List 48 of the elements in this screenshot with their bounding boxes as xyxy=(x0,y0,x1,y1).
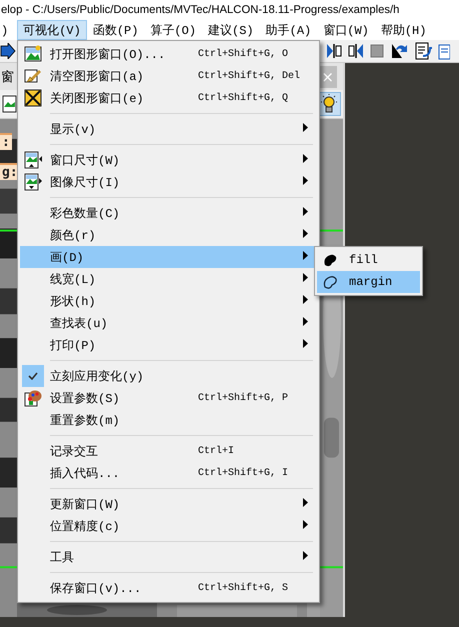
menu-item[interactable]: 位置精度(c) xyxy=(20,515,317,537)
image-window-icon[interactable] xyxy=(2,95,18,113)
window-size-icon xyxy=(24,151,42,169)
stop-icon[interactable] xyxy=(370,44,384,58)
menu-item[interactable]: 工具 xyxy=(20,546,317,568)
menu-item[interactable]: 清空图形窗口(a) Ctrl+Shift+G, Del xyxy=(20,65,317,87)
menu-bar-item[interactable]: 算子(O) xyxy=(144,20,202,40)
checkmark-icon xyxy=(28,372,38,380)
menu-item[interactable]: 设置参数(S) Ctrl+Shift+G, P xyxy=(20,387,317,409)
menu-bar-item[interactable]: ) xyxy=(0,20,18,40)
step-back-icon[interactable] xyxy=(348,43,364,59)
run-arrow-icon[interactable] xyxy=(0,43,16,59)
menu-item[interactable]: 颜色(r) xyxy=(20,224,317,246)
menu-item[interactable]: 画(D) xyxy=(20,246,317,268)
image-window-icon xyxy=(24,45,42,63)
menu-item[interactable]: 线宽(L) xyxy=(20,268,317,290)
menu-item[interactable]: 窗口尺寸(W) xyxy=(20,149,317,171)
menu-item[interactable]: 关闭图形窗口(e) Ctrl+Shift+G, Q xyxy=(20,87,317,109)
tab-label[interactable]: 窗 xyxy=(0,68,14,86)
menu-item[interactable]: 形状(h) xyxy=(20,290,317,312)
menu-item[interactable]: 彩色数量(C) xyxy=(20,202,317,224)
palette-icon xyxy=(24,389,42,407)
submenu-item[interactable]: margin xyxy=(317,271,420,293)
menu-bar-item[interactable]: 可视化(V) xyxy=(17,20,87,40)
menu-item[interactable]: 重置参数(m) xyxy=(20,409,317,431)
menu-item[interactable]: 图像尺寸(I) xyxy=(20,171,317,193)
document-icon[interactable] xyxy=(438,42,450,60)
menu-item[interactable]: 保存窗口(v)... Ctrl+Shift+G, S xyxy=(20,577,317,599)
document-arrow-icon[interactable] xyxy=(414,42,432,60)
menu-bar-item[interactable]: 函数(P) xyxy=(86,20,144,40)
close-window-icon xyxy=(24,89,42,107)
curved-arrow-icon[interactable] xyxy=(390,42,408,60)
menu-item[interactable]: 立刻应用变化(y) xyxy=(20,365,317,387)
menu-bar-item[interactable]: 助手(A) xyxy=(260,20,318,40)
lightbulb-icon[interactable] xyxy=(318,93,340,115)
menu-bar-item[interactable]: 窗口(W) xyxy=(317,20,375,40)
step-over-icon[interactable] xyxy=(326,43,342,59)
menu-item[interactable]: 更新窗口(W) xyxy=(20,493,317,515)
window-title: elop - C:/Users/Public/Documents/MVTec/HALCON-18.11-Progress/examples/h xyxy=(0,4,400,16)
submenu-item[interactable]: fill xyxy=(317,249,420,271)
menu-item[interactable]: 记录交互 Ctrl+I xyxy=(20,440,317,462)
menu-item[interactable]: 插入代码... Ctrl+Shift+G, I xyxy=(20,462,317,484)
menu-bar-item[interactable]: 帮助(H) xyxy=(374,20,432,40)
menu-item[interactable]: 打印(P) xyxy=(20,334,317,356)
menu-bar-item[interactable]: 建议(S) xyxy=(202,20,260,40)
image-size-icon xyxy=(24,173,42,191)
menu-item[interactable]: 查找表(u) xyxy=(20,312,317,334)
menu-item[interactable]: 显示(v) xyxy=(20,118,317,140)
